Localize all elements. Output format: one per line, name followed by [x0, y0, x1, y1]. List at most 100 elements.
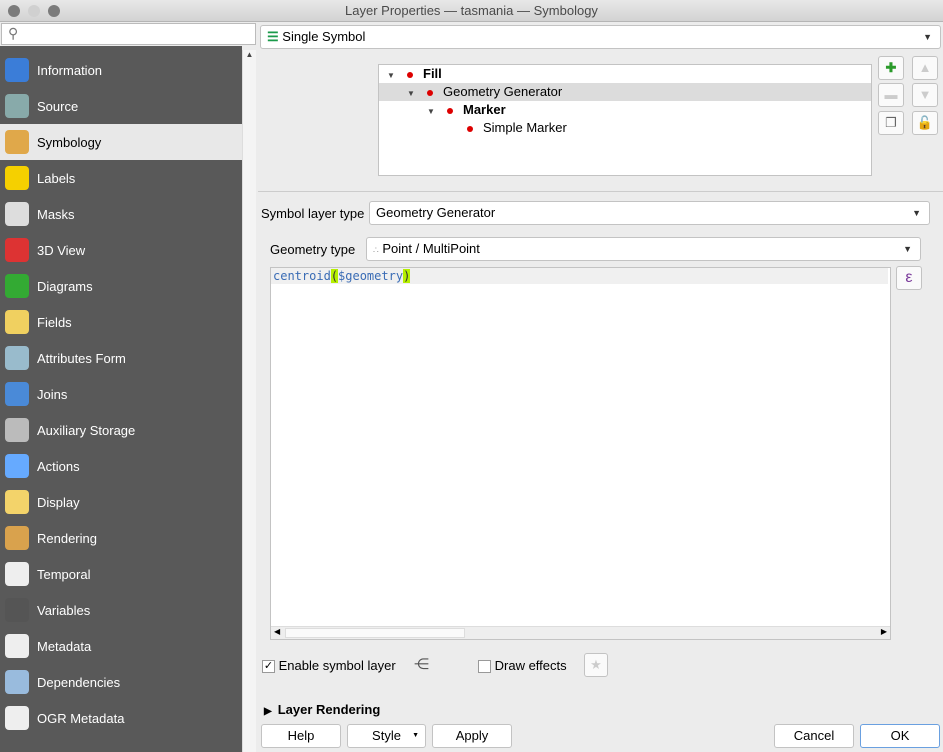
tree-item-label: Marker [463, 102, 506, 117]
sidebar-item-metadata[interactable]: Metadata [0, 628, 242, 664]
scroll-left-icon[interactable]: ◀ [274, 627, 280, 636]
geometry-type-value: Point / MultiPoint [382, 241, 480, 256]
maximize-window-button[interactable] [48, 5, 60, 17]
tree-item-label: Simple Marker [483, 120, 567, 135]
data-defined-override-icon[interactable]: ⋲ [414, 655, 429, 673]
speech-bubble-icon [5, 490, 29, 514]
tree-item[interactable]: Simple Marker [379, 119, 871, 137]
source-icon [5, 94, 29, 118]
info-icon [5, 58, 29, 82]
sidebar-item-joins[interactable]: Joins [0, 376, 242, 412]
sidebar: Information Source Symbology Labels Masks 3D … [0, 46, 242, 752]
point-icon: ∴ [373, 245, 379, 255]
remove-layer-button[interactable]: ▬ [878, 83, 904, 107]
arrow-up-icon: ▲ [918, 60, 932, 75]
sidebar-item-label: Labels [37, 170, 76, 186]
scrollbar-thumb[interactable] [285, 628, 465, 638]
symbol-layer-type-label: Symbol layer type [261, 206, 365, 221]
chevron-down-icon: ▼ [912, 208, 921, 218]
symbol-layer-type-select[interactable]: Geometry Generator ▼ [369, 201, 930, 225]
paintbrush-icon [5, 130, 29, 154]
sidebar-item-ogr-metadata[interactable]: OGR Metadata [0, 700, 242, 736]
expression-editor[interactable]: centroid($geometry) ◀ ▶ [270, 267, 891, 640]
sidebar-item-label: 3D View [37, 242, 86, 258]
checkbox[interactable] [478, 660, 491, 674]
sidebar-item-auxiliary-storage[interactable]: Auxiliary Storage [0, 412, 242, 448]
sidebar-item-actions[interactable]: Actions [0, 448, 242, 484]
sidebar-item-label: Dependencies [37, 674, 121, 690]
close-window-button[interactable] [8, 5, 20, 17]
tree-item[interactable]: ▼ Geometry Generator [379, 83, 871, 101]
labels-abc-icon [5, 166, 29, 190]
sidebar-item-label: Masks [37, 206, 75, 222]
sidebar-item-variables[interactable]: Variables [0, 592, 242, 628]
move-up-button[interactable]: ▲ [912, 56, 938, 80]
duplicate-layer-button[interactable]: ❐ [878, 111, 904, 135]
brush-icon [5, 526, 29, 550]
expression-function: centroid [273, 269, 331, 283]
layer-rendering-toggle[interactable]: ▶ Layer Rendering [264, 702, 380, 717]
geometry-type-select[interactable]: ∴ Point / MultiPoint ▼ [366, 237, 921, 261]
form-icon [5, 346, 29, 370]
help-button[interactable]: Help [261, 724, 341, 748]
tree-item[interactable]: ▼ Marker [379, 101, 871, 119]
search-icon: ⚲ [8, 25, 19, 41]
expression-argument: $geometry [338, 269, 404, 283]
lock-layer-button[interactable]: 🔓 [912, 111, 938, 135]
sidebar-item-label: Display [37, 494, 80, 510]
effects-settings-button[interactable]: ★ [584, 653, 608, 677]
chevron-down-icon: ▼ [412, 732, 419, 739]
sidebar-item-display[interactable]: Display [0, 484, 242, 520]
ok-button[interactable]: OK [860, 724, 940, 748]
sidebar-item-label: Symbology [37, 134, 102, 150]
sidebar-item-label: Rendering [37, 530, 97, 546]
style-button[interactable]: Style ▼ [347, 724, 426, 748]
sidebar-item-labels[interactable]: Labels [0, 160, 242, 196]
sidebar-item-temporal[interactable]: Temporal [0, 556, 242, 592]
minimize-window-button[interactable] [28, 5, 40, 17]
enable-symbol-layer-checkbox[interactable]: ✓ Enable symbol layer [262, 658, 396, 674]
sidebar-item-masks[interactable]: Masks [0, 196, 242, 232]
symbol-preview-icon [427, 89, 433, 96]
draw-effects-checkbox[interactable]: Draw effects [478, 658, 567, 674]
joins-icon [5, 382, 29, 406]
single-symbol-icon: ☰ [267, 29, 279, 44]
diagrams-icon [5, 274, 29, 298]
sidebar-item-symbology[interactable]: Symbology [0, 124, 242, 160]
sidebar-item-rendering[interactable]: Rendering [0, 520, 242, 556]
sidebar-item-dependencies[interactable]: Dependencies [0, 664, 242, 700]
sidebar-item-fields[interactable]: Fields [0, 304, 242, 340]
scroll-right-icon[interactable]: ▶ [881, 627, 887, 636]
checkbox[interactable]: ✓ [262, 660, 275, 674]
symbol-preview-icon [447, 107, 453, 114]
clock-icon [5, 562, 29, 586]
tree-item[interactable]: ▼ Fill [379, 65, 871, 83]
sidebar-item-3d-view[interactable]: 3D View [0, 232, 242, 268]
symbol-layer-tree[interactable]: ▼ Fill ▼ Geometry Generator ▼ Marker Simple Ma… [378, 64, 872, 176]
symbol-preview-icon [467, 125, 473, 132]
expand-icon: ▶ [264, 706, 272, 717]
search-input[interactable]: ⚲ [1, 23, 256, 45]
expression-builder-button[interactable]: ε [896, 266, 922, 290]
draw-effects-label: Draw effects [494, 658, 567, 673]
cancel-button[interactable]: Cancel [774, 724, 854, 748]
sidebar-item-attributes-form[interactable]: Attributes Form [0, 340, 242, 376]
horizontal-scrollbar[interactable]: ◀ ▶ [271, 626, 890, 639]
sidebar-item-label: Auxiliary Storage [37, 422, 136, 438]
paren-close: ) [403, 269, 411, 283]
sidebar-item-source[interactable]: Source [0, 88, 242, 124]
minus-icon: ▬ [884, 87, 898, 102]
add-layer-button[interactable]: ✚ [878, 56, 904, 80]
sidebar-item-label: Fields [37, 314, 72, 330]
renderer-select[interactable]: ☰ Single Symbol ▼ [260, 25, 941, 49]
sidebar-item-label: Information [37, 62, 103, 78]
dependencies-icon [5, 670, 29, 694]
sidebar-scrollbar[interactable]: ▲ [242, 50, 256, 752]
database-icon [5, 418, 29, 442]
title-bar: Layer Properties — tasmania — Symbology [0, 0, 943, 22]
geometry-type-label: Geometry type [270, 242, 356, 257]
sidebar-item-diagrams[interactable]: Diagrams [0, 268, 242, 304]
move-down-button[interactable]: ▼ [912, 83, 938, 107]
sidebar-item-information[interactable]: Information [0, 52, 242, 88]
apply-button[interactable]: Apply [432, 724, 512, 748]
